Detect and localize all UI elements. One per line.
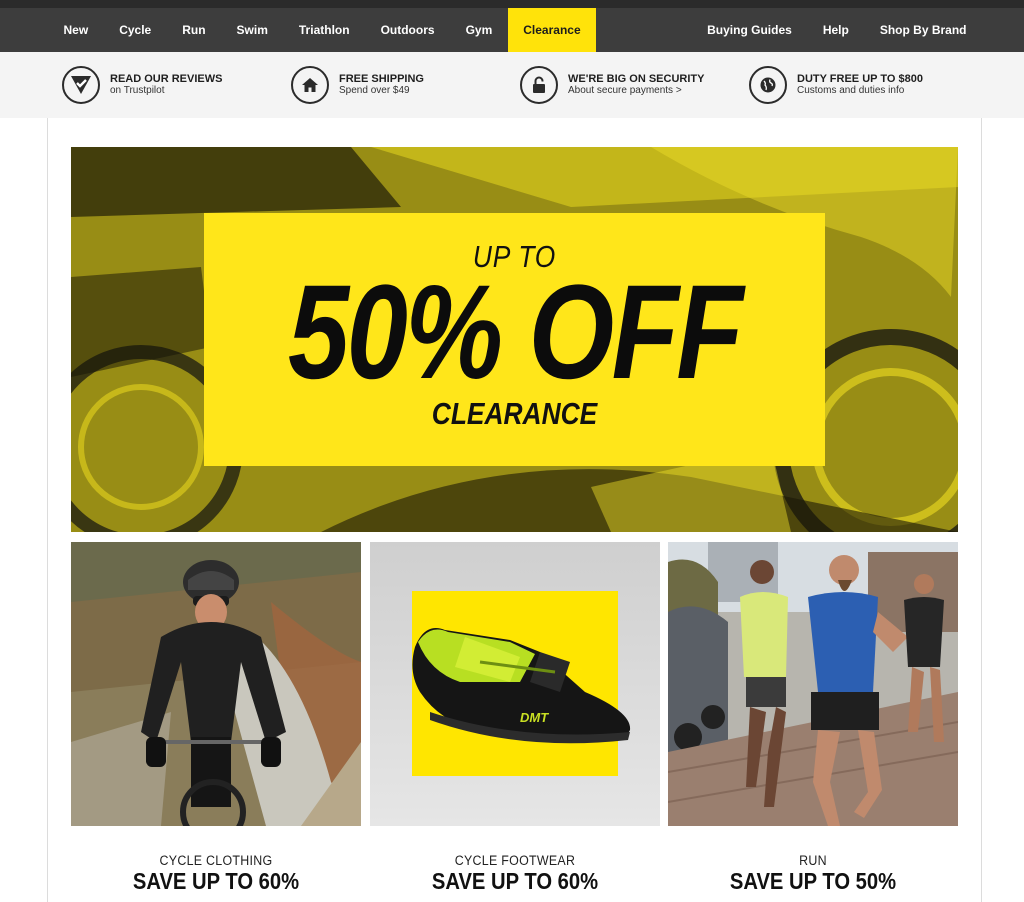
usp-duty-free[interactable]: DUTY FREE UP TO $800 Customs and duties … xyxy=(749,66,978,104)
caption-cycle-footwear[interactable]: CYCLE FOOTWEAR SAVE UP TO 60% xyxy=(370,853,660,895)
usp-shipping-subtitle: Spend over $49 xyxy=(339,85,410,96)
caption-run[interactable]: RUN SAVE UP TO 50% xyxy=(668,853,958,895)
hero-line-discount: 50% OFF xyxy=(288,258,743,407)
usp-shipping[interactable]: FREE SHIPPING Spend over $49 xyxy=(291,66,520,104)
nav-item-triathlon[interactable]: Triathlon xyxy=(283,8,365,52)
cyclist-image xyxy=(71,542,361,826)
nav-item-shop-by-brand[interactable]: Shop By Brand xyxy=(864,8,982,52)
nav-item-new[interactable]: New xyxy=(48,8,104,52)
svg-text:DMT: DMT xyxy=(520,710,549,725)
usp-reviews-title: READ OUR REVIEWS xyxy=(110,73,223,85)
usp-duty-free-subtitle: Customs and duties info xyxy=(797,85,905,96)
usp-reviews[interactable]: READ OUR REVIEWS on Trustpilot xyxy=(62,66,291,104)
caption-cycle-clothing-offer: SAVE UP TO 60% xyxy=(132,868,300,894)
nav-item-run[interactable]: Run xyxy=(167,8,221,52)
usp-shipping-title: FREE SHIPPING xyxy=(339,73,424,85)
nav-left-group: New Cycle Run Swim Triathlon Outdoors Gy… xyxy=(48,8,597,52)
usp-reviews-subtitle: on Trustpilot xyxy=(110,85,165,96)
globe-icon xyxy=(749,66,787,104)
tile-cycle-footwear[interactable]: DMT xyxy=(370,542,660,826)
nav-item-swim[interactable]: Swim xyxy=(221,8,283,52)
nav-item-buying-guides[interactable]: Buying Guides xyxy=(692,8,808,52)
trustpilot-icon xyxy=(62,66,100,104)
nav-item-cycle[interactable]: Cycle xyxy=(104,8,167,52)
nav-right-group: Buying Guides Help Shop By Brand xyxy=(692,8,982,52)
clearance-hero-banner[interactable]: UP TO 50% OFF CLEARANCE xyxy=(71,147,958,532)
top-strip xyxy=(0,0,1024,8)
usp-bar: READ OUR REVIEWS on Trustpilot FREE SHIP… xyxy=(0,52,1024,118)
nav-item-help[interactable]: Help xyxy=(807,8,864,52)
nav-item-outdoors[interactable]: Outdoors xyxy=(365,8,450,52)
nav-item-clearance[interactable]: Clearance xyxy=(507,8,597,52)
hero-line-clearance: CLEARANCE xyxy=(431,396,598,431)
home-icon xyxy=(291,66,329,104)
hero-offer-box: UP TO 50% OFF CLEARANCE xyxy=(204,213,825,466)
tile-cycle-clothing[interactable] xyxy=(71,542,361,826)
caption-cycle-clothing-label: CYCLE CLOTHING xyxy=(159,853,273,868)
usp-security[interactable]: WE'RE BIG ON SECURITY About secure payme… xyxy=(520,66,749,104)
main-nav: New Cycle Run Swim Triathlon Outdoors Gy… xyxy=(0,8,1024,52)
caption-run-offer: SAVE UP TO 50% xyxy=(729,868,897,894)
tile-run[interactable] xyxy=(668,542,958,826)
runners-image xyxy=(668,542,958,826)
usp-security-subtitle: About secure payments > xyxy=(568,85,682,96)
caption-cycle-clothing[interactable]: CYCLE CLOTHING SAVE UP TO 60% xyxy=(71,853,361,895)
main-content: UP TO 50% OFF CLEARANCE DMT CYCLE CLOTHI… xyxy=(47,118,982,902)
usp-duty-free-title: DUTY FREE UP TO $800 xyxy=(797,73,923,85)
cycling-shoe-image: DMT xyxy=(370,542,660,826)
nav-item-gym[interactable]: Gym xyxy=(450,8,508,52)
caption-cycle-footwear-label: CYCLE FOOTWEAR xyxy=(454,853,576,868)
caption-run-label: RUN xyxy=(799,853,827,868)
usp-security-title: WE'RE BIG ON SECURITY xyxy=(568,73,705,85)
padlock-icon xyxy=(520,66,558,104)
caption-cycle-footwear-offer: SAVE UP TO 60% xyxy=(431,868,599,894)
